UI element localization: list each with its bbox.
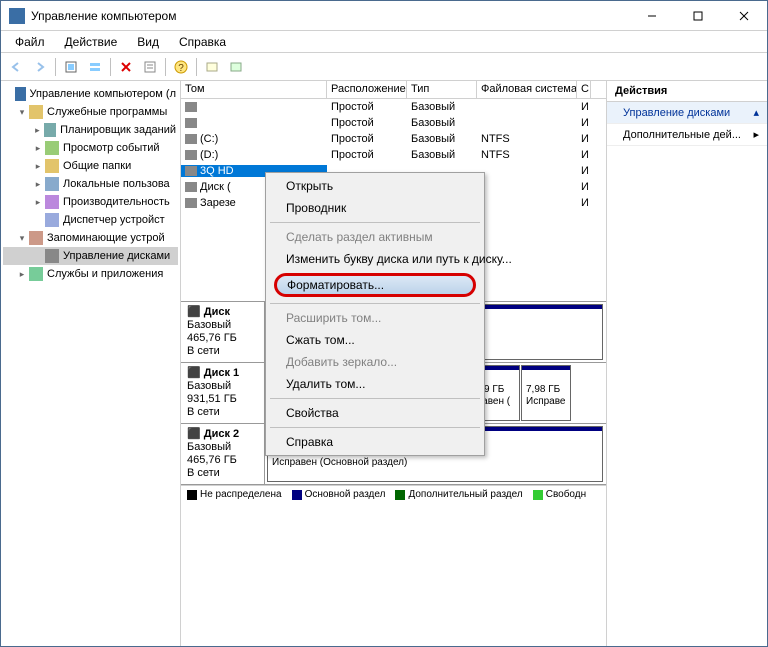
col-status[interactable]: С bbox=[577, 81, 591, 98]
volume-row[interactable]: ПростойБазовыйИ bbox=[181, 115, 606, 131]
ctx-delete[interactable]: Удалить том... bbox=[268, 373, 482, 395]
tree-performance[interactable]: ▸Производительность bbox=[3, 193, 178, 211]
tree-diskmgmt[interactable]: Управление дисками bbox=[3, 247, 178, 265]
actions-more[interactable]: Дополнительные дей...▸ bbox=[607, 124, 767, 146]
collapse-icon: ▴ bbox=[753, 106, 759, 119]
menu-help[interactable]: Справка bbox=[171, 33, 234, 51]
menu-action[interactable]: Действие bbox=[57, 33, 126, 51]
disk-label: ⬛ Диск 1 Базовый 931,51 ГБ В сети bbox=[181, 363, 265, 423]
disk-label: ⬛ Диск Базовый 465,76 ГБ В сети bbox=[181, 302, 265, 362]
tree-utilities[interactable]: ▾Служебные программы bbox=[3, 103, 178, 121]
volume-row[interactable]: (D:)ПростойБазовыйNTFSИ bbox=[181, 147, 606, 163]
ctx-change-letter[interactable]: Изменить букву диска или путь к диску... bbox=[268, 248, 482, 270]
drive-icon bbox=[185, 198, 197, 208]
tb-icon-1[interactable] bbox=[60, 56, 82, 78]
tree-pane[interactable]: Управление компьютером (л ▾Служебные про… bbox=[1, 81, 181, 646]
tree-root[interactable]: Управление компьютером (л bbox=[3, 85, 178, 103]
tb-icon-2[interactable] bbox=[84, 56, 106, 78]
menu-file[interactable]: Файл bbox=[7, 33, 53, 51]
actions-pane: Действия Управление дисками▴ Дополнитель… bbox=[607, 81, 767, 646]
drive-icon bbox=[185, 182, 197, 192]
forward-button[interactable] bbox=[29, 56, 51, 78]
chevron-right-icon: ▸ bbox=[753, 128, 759, 141]
back-button[interactable] bbox=[5, 56, 27, 78]
tb-help-icon[interactable]: ? bbox=[170, 56, 192, 78]
actions-diskmgmt[interactable]: Управление дисками▴ bbox=[607, 102, 767, 124]
maximize-button[interactable] bbox=[675, 1, 721, 31]
drive-icon bbox=[185, 166, 197, 176]
drive-icon bbox=[185, 118, 197, 128]
tree-events[interactable]: ▸Просмотр событий bbox=[3, 139, 178, 157]
tb-props-icon[interactable] bbox=[139, 56, 161, 78]
col-layout[interactable]: Расположение bbox=[327, 81, 407, 98]
tb-delete-icon[interactable] bbox=[115, 56, 137, 78]
ctx-open[interactable]: Открыть bbox=[268, 175, 482, 197]
tree-localusers[interactable]: ▸Локальные пользова bbox=[3, 175, 178, 193]
actions-header: Действия bbox=[607, 81, 767, 102]
menubar: Файл Действие Вид Справка bbox=[1, 31, 767, 53]
tree-services[interactable]: ▸Службы и приложения bbox=[3, 265, 178, 283]
col-volume[interactable]: Том bbox=[181, 81, 327, 98]
tree-devicemgr[interactable]: Диспетчер устройст bbox=[3, 211, 178, 229]
ctx-extend: Расширить том... bbox=[268, 307, 482, 329]
ctx-activate: Сделать раздел активным bbox=[268, 226, 482, 248]
partition[interactable]: 7,98 ГБИсправе bbox=[521, 365, 571, 421]
close-button[interactable] bbox=[721, 1, 767, 31]
ctx-explorer[interactable]: Проводник bbox=[268, 197, 482, 219]
disk-label: ⬛ Диск 2 Базовый 465,76 ГБ В сети bbox=[181, 424, 265, 484]
legend: Не распределена Основной раздел Дополнит… bbox=[181, 485, 606, 503]
ctx-mirror: Добавить зеркало... bbox=[268, 351, 482, 373]
volume-row[interactable]: (C:)ПростойБазовыйNTFSИ bbox=[181, 131, 606, 147]
window-title: Управление компьютером bbox=[31, 9, 629, 23]
tree-storage[interactable]: ▾Запоминающие устрой bbox=[3, 229, 178, 247]
col-type[interactable]: Тип bbox=[407, 81, 477, 98]
app-icon bbox=[9, 8, 25, 24]
tree-shared[interactable]: ▸Общие папки bbox=[3, 157, 178, 175]
drive-icon bbox=[185, 134, 197, 144]
volume-row[interactable]: ПростойБазовыйИ bbox=[181, 99, 606, 115]
toolbar: ? bbox=[1, 53, 767, 81]
tb-icon-3[interactable] bbox=[201, 56, 223, 78]
minimize-button[interactable] bbox=[629, 1, 675, 31]
ctx-format[interactable]: Форматировать... bbox=[268, 270, 482, 300]
ctx-properties[interactable]: Свойства bbox=[268, 402, 482, 424]
volume-list-header[interactable]: Том Расположение Тип Файловая система С bbox=[181, 81, 606, 99]
menu-view[interactable]: Вид bbox=[129, 33, 167, 51]
titlebar[interactable]: Управление компьютером bbox=[1, 1, 767, 31]
drive-icon bbox=[185, 150, 197, 160]
tb-icon-4[interactable] bbox=[225, 56, 247, 78]
ctx-shrink[interactable]: Сжать том... bbox=[268, 329, 482, 351]
context-menu: Открыть Проводник Сделать раздел активны… bbox=[265, 172, 485, 456]
col-fs[interactable]: Файловая система bbox=[477, 81, 577, 98]
tree-scheduler[interactable]: ▸Планировщик заданий bbox=[3, 121, 178, 139]
svg-text:?: ? bbox=[178, 63, 184, 74]
ctx-help[interactable]: Справка bbox=[268, 431, 482, 453]
drive-icon bbox=[185, 102, 197, 112]
